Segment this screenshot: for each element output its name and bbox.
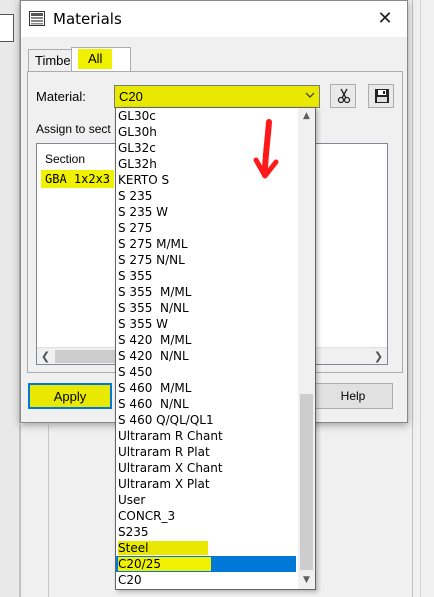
dropdown-item[interactable]: User: [116, 492, 296, 508]
dropdown-item[interactable]: S 235: [116, 188, 296, 204]
dropdown-item[interactable]: Ultraram R Chant: [116, 428, 296, 444]
section-column-header: Section: [45, 152, 86, 166]
dropdown-item[interactable]: S 420 N/NL: [116, 348, 296, 364]
dropdown-item-label: User: [118, 493, 146, 507]
dropdown-item[interactable]: S 460 M/ML: [116, 380, 296, 396]
background-toolbar-fragment: [0, 14, 14, 42]
dropdown-item-label: S 460 N/NL: [118, 397, 189, 411]
background-panel: [20, 425, 114, 597]
dropdown-item-label: S 355 W: [118, 317, 169, 331]
dropdown-item[interactable]: S 355 M/ML: [116, 284, 296, 300]
dropdown-item-label: C20: [118, 573, 142, 587]
chevron-down-icon: [305, 92, 315, 98]
dropdown-item[interactable]: Ultraram R Plat: [116, 444, 296, 460]
tab-label: All: [78, 49, 113, 69]
dropdown-item-label: S 420 M/ML: [118, 333, 192, 347]
dropdown-item-label: S 355 N/NL: [118, 301, 189, 315]
dropdown-item[interactable]: Ultraram X Chant: [116, 460, 296, 476]
dropdown-item[interactable]: S 355 N/NL: [116, 300, 296, 316]
dropdown-item-label: GL30h: [118, 125, 157, 139]
background-divider: [48, 425, 49, 597]
floppy-disk-icon: [375, 89, 389, 103]
scrollbar-thumb[interactable]: [300, 394, 313, 570]
background-divider: [420, 0, 421, 597]
dropdown-item-label: C20/25: [118, 557, 211, 571]
close-button[interactable]: ✕: [369, 5, 401, 33]
dropdown-item[interactable]: S 420 M/ML: [116, 332, 296, 348]
title-bar[interactable]: Materials ✕: [21, 1, 407, 37]
background-divider: [412, 0, 413, 597]
section-list-item[interactable]: GBA 1x2x3: [41, 170, 115, 188]
dropdown-item-label: S235: [118, 525, 149, 539]
save-button[interactable]: [368, 84, 394, 108]
vertical-scrollbar[interactable]: ▲ ▼: [298, 108, 315, 589]
dropdown-item-label: S 275: [118, 221, 153, 235]
dropdown-item[interactable]: Ultraram X Plat: [116, 476, 296, 492]
material-dropdown-list[interactable]: GL30c GL30h GL32c GL32h KERTO S S 235 S 235 W S…: [115, 107, 316, 590]
dropdown-item-label: S 275 M/ML: [118, 237, 188, 251]
tab-label: Timber: [35, 53, 75, 68]
dropdown-item-label: GL30c: [118, 109, 156, 123]
assign-to-section-label: Assign to sect: [36, 122, 111, 136]
dropdown-item[interactable]: CONCR_3: [116, 508, 296, 524]
dropdown-item[interactable]: S 235 W: [116, 204, 296, 220]
scroll-left-icon[interactable]: ❮: [37, 348, 54, 365]
dropdown-item-label: Ultraram X Chant: [118, 461, 223, 475]
dropdown-item[interactable]: S 355: [116, 268, 296, 284]
dropdown-item-label: Ultraram R Plat: [118, 445, 210, 459]
dropdown-item[interactable]: C20: [116, 572, 296, 588]
dropdown-item-label: S 355: [118, 269, 153, 283]
cut-button[interactable]: [330, 84, 356, 108]
dropdown-item-label: KERTO S: [118, 173, 170, 187]
dropdown-item-label: GL32c: [118, 141, 156, 155]
dropdown-item-label: S 460 Q/QL/QL1: [118, 413, 214, 427]
background-left-strip: [0, 0, 20, 597]
dropdown-item-label: Ultraram X Plat: [118, 477, 210, 491]
dropdown-item[interactable]: S235: [116, 524, 296, 540]
dialog-title: Materials: [53, 10, 122, 28]
scissors-icon: [337, 88, 351, 104]
dropdown-item[interactable]: S 275 M/ML: [116, 236, 296, 252]
material-combobox-value: C20: [119, 89, 143, 104]
dropdown-item-label: S 275 N/NL: [118, 253, 185, 267]
red-arrow-annotation-icon: [253, 119, 279, 179]
dropdown-item-label: S 235: [118, 189, 153, 203]
dropdown-item[interactable]: S 460 N/NL: [116, 396, 296, 412]
help-button-label: Help: [340, 389, 366, 403]
dropdown-item-label: S 450: [118, 365, 153, 379]
dropdown-item[interactable]: Steel: [116, 540, 296, 556]
tab-all[interactable]: All: [71, 47, 131, 73]
dropdown-item[interactable]: C20/25: [116, 556, 296, 572]
apply-button-label: Apply: [53, 389, 87, 404]
dropdown-item-label: GL32h: [118, 157, 157, 171]
materials-window-icon: [29, 11, 45, 26]
scroll-up-icon[interactable]: ▲: [298, 108, 315, 125]
scroll-right-icon[interactable]: ❯: [370, 348, 387, 365]
background-panel-right: [314, 425, 434, 597]
dropdown-item-label: S 420 N/NL: [118, 349, 189, 363]
apply-button[interactable]: Apply: [28, 383, 112, 409]
dropdown-item[interactable]: S 275 N/NL: [116, 252, 296, 268]
dropdown-item[interactable]: S 275: [116, 220, 296, 236]
dropdown-item[interactable]: S 450: [116, 364, 296, 380]
dropdown-item-label: CONCR_3: [118, 509, 176, 523]
dropdown-item-label: S 460 M/ML: [118, 381, 192, 395]
material-label: Material:: [36, 89, 86, 104]
dropdown-item-label: Ultraram R Chant: [118, 429, 223, 443]
close-icon: ✕: [377, 8, 393, 29]
help-button[interactable]: Help: [313, 383, 393, 409]
dropdown-item-label: Steel: [118, 541, 209, 555]
dropdown-item[interactable]: S 355 W: [116, 316, 296, 332]
dropdown-item[interactable]: S 460 Q/QL/QL1: [116, 412, 296, 428]
dropdown-item-label: S 355 M/ML: [118, 285, 192, 299]
material-combobox[interactable]: C20: [114, 85, 320, 108]
scroll-down-icon[interactable]: ▼: [298, 572, 315, 589]
dropdown-item-label: S 235 W: [118, 205, 169, 219]
